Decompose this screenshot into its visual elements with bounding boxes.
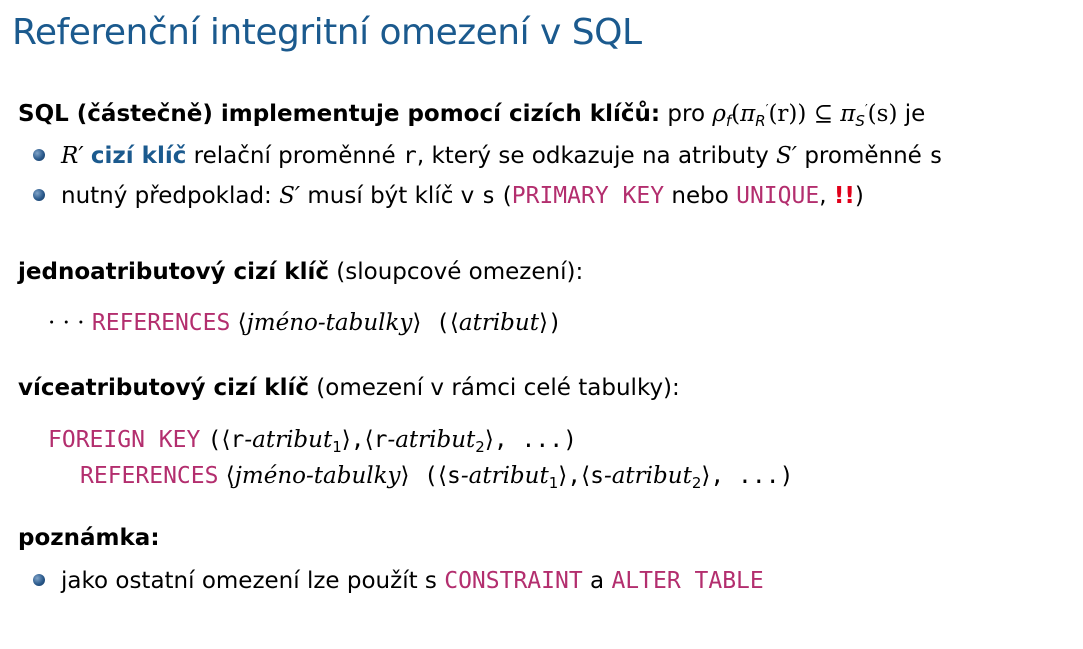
ellipsis: · · · (48, 310, 85, 336)
single-attr-bold: jednoatributový cizí klíč (18, 259, 329, 285)
intro-pre: pro (667, 101, 706, 127)
multi-attr-text: (omezení v rámci celé tabulky): (316, 375, 680, 401)
attr-placeholder-1: -atribut (244, 427, 333, 453)
bullet-item-3: jako ostatní omezení lze použít s CONSTR… (33, 566, 764, 596)
paren-open: ( (424, 463, 439, 489)
intro-line: SQL (částečně) implementuje pomocí cizíc… (18, 94, 925, 136)
multi-attr-code-1: FOREIGN KEY (⟨r-atribut1⟩,⟨r-atribut2⟩, … (48, 425, 577, 462)
foreign-key-term: cizí klíč (90, 143, 187, 169)
langle: ⟨ (449, 310, 459, 336)
close-paren: ) (797, 101, 807, 127)
bullet-icon (33, 189, 45, 201)
constraint-keyword: CONSTRAINT (444, 568, 583, 594)
relvar-s: s (590, 463, 604, 489)
arg-s: (s) (867, 101, 898, 127)
pi1-sub: R (755, 112, 766, 130)
alter-table-keyword: ALTER TABLE (611, 568, 764, 594)
sub-1: 1 (548, 474, 559, 492)
table-name-placeholder: jméno-tabulky (234, 463, 401, 489)
slide-title: Referenční integritní omezení v SQL (12, 12, 642, 53)
comma: , (567, 463, 582, 489)
langle: ⟨ (438, 463, 447, 489)
intro-post: je (904, 101, 926, 127)
bullet2-text3: nebo (671, 183, 729, 209)
references-keyword: REFERENCES (91, 310, 231, 336)
rangle: ⟩ (701, 463, 711, 489)
comma: , (819, 183, 827, 209)
paren-open: ( (207, 427, 222, 453)
primary-key-keyword: PRIMARY KEY (511, 183, 665, 209)
var-r-prime: R′ (61, 143, 84, 169)
relvar-s: s (447, 463, 461, 489)
note-bold: poznámka: (18, 525, 160, 551)
paren-open: ( (436, 310, 450, 336)
rangle: ⟩ (558, 463, 568, 489)
attr-placeholder-2: -atribut (603, 463, 692, 489)
bullet1-text2: , který se odkazuje na atributy (416, 143, 769, 169)
paren-close: ) (547, 310, 562, 336)
single-attr-code: · · · REFERENCES ⟨jméno-tabulky⟩ (⟨atrib… (48, 308, 562, 338)
var-s-prime: S′ (776, 143, 798, 169)
pi-symbol-1: π (740, 101, 756, 127)
bullet2-text2: musí být klíč v (307, 183, 475, 209)
pi-symbol-2: π (840, 101, 856, 127)
bullet2-text1: nutný předpoklad: (61, 183, 272, 209)
alert-marks: !! (833, 183, 855, 209)
bullet-item-1: R′ cizí klíč relační proměnné r, který s… (33, 141, 943, 171)
foreign-key-keyword: FOREIGN KEY (48, 427, 201, 453)
ellipsis-rest: , ...) (710, 463, 794, 489)
langle: ⟨ (364, 427, 374, 453)
table-name-placeholder: jméno-tabulky (246, 310, 413, 336)
multi-attr-code-2: REFERENCES ⟨jméno-tabulky⟩ (⟨s-atribut1⟩… (80, 461, 793, 498)
bullet1-text1: relační proměnné (193, 143, 396, 169)
note-heading: poznámka: (18, 523, 160, 553)
bullet-icon (33, 149, 45, 161)
intro-bold: SQL (částečně) implementuje pomocí cizíc… (18, 101, 661, 127)
arg-r: (r) (768, 101, 798, 127)
rangle: ⟩ (341, 427, 351, 453)
rho-symbol: ρ (712, 101, 726, 127)
bullet-item-2: nutný předpoklad: S′ musí být klíč v s (… (33, 181, 864, 211)
var-s-prime: S′ (279, 183, 301, 209)
relvar-r: r (230, 427, 245, 453)
sub-2: 2 (475, 438, 485, 456)
rangle: ⟩ (400, 463, 410, 489)
rangle: ⟩ (538, 310, 548, 336)
attr-placeholder-1: -atribut (460, 463, 549, 489)
rangle: ⟩ (484, 427, 494, 453)
relvar-r: r (373, 427, 388, 453)
single-attr-heading: jednoatributový cizí klíč (sloupcové ome… (18, 257, 583, 287)
bullet3-text2: a (590, 568, 605, 594)
bullet3-text1: jako ostatní omezení lze použít s (61, 568, 437, 594)
langle: ⟨ (237, 310, 247, 336)
relvar-s: s (481, 183, 496, 209)
unique-keyword: UNIQUE (736, 183, 820, 209)
pi2-sub: S (855, 112, 865, 130)
multi-attr-heading: víceatributový cizí klíč (omezení v rámc… (18, 373, 680, 403)
relvar-r: r (402, 143, 417, 169)
references-keyword: REFERENCES (80, 463, 219, 489)
rangle: ⟩ (412, 310, 422, 336)
attribute-placeholder: atribut (458, 310, 539, 336)
paren-open: ( (502, 183, 512, 209)
relvar-s: s (929, 143, 943, 169)
open-paren: ( (731, 101, 741, 127)
langle: ⟨ (225, 463, 235, 489)
sub-2: 2 (691, 474, 702, 492)
attr-placeholder-2: -atribut (387, 427, 476, 453)
subset-symbol: ⊆ (813, 101, 833, 127)
single-attr-text: (sloupcové omezení): (336, 259, 584, 285)
bullet-icon (33, 574, 45, 586)
langle: ⟨ (581, 463, 591, 489)
paren-close: ) (854, 183, 864, 209)
sub-1: 1 (332, 438, 342, 456)
bullet1-text3: proměnné (804, 143, 922, 169)
comma: , (350, 427, 365, 453)
ellipsis-rest: , ...) (493, 427, 577, 453)
multi-attr-bold: víceatributový cizí klíč (18, 375, 309, 401)
